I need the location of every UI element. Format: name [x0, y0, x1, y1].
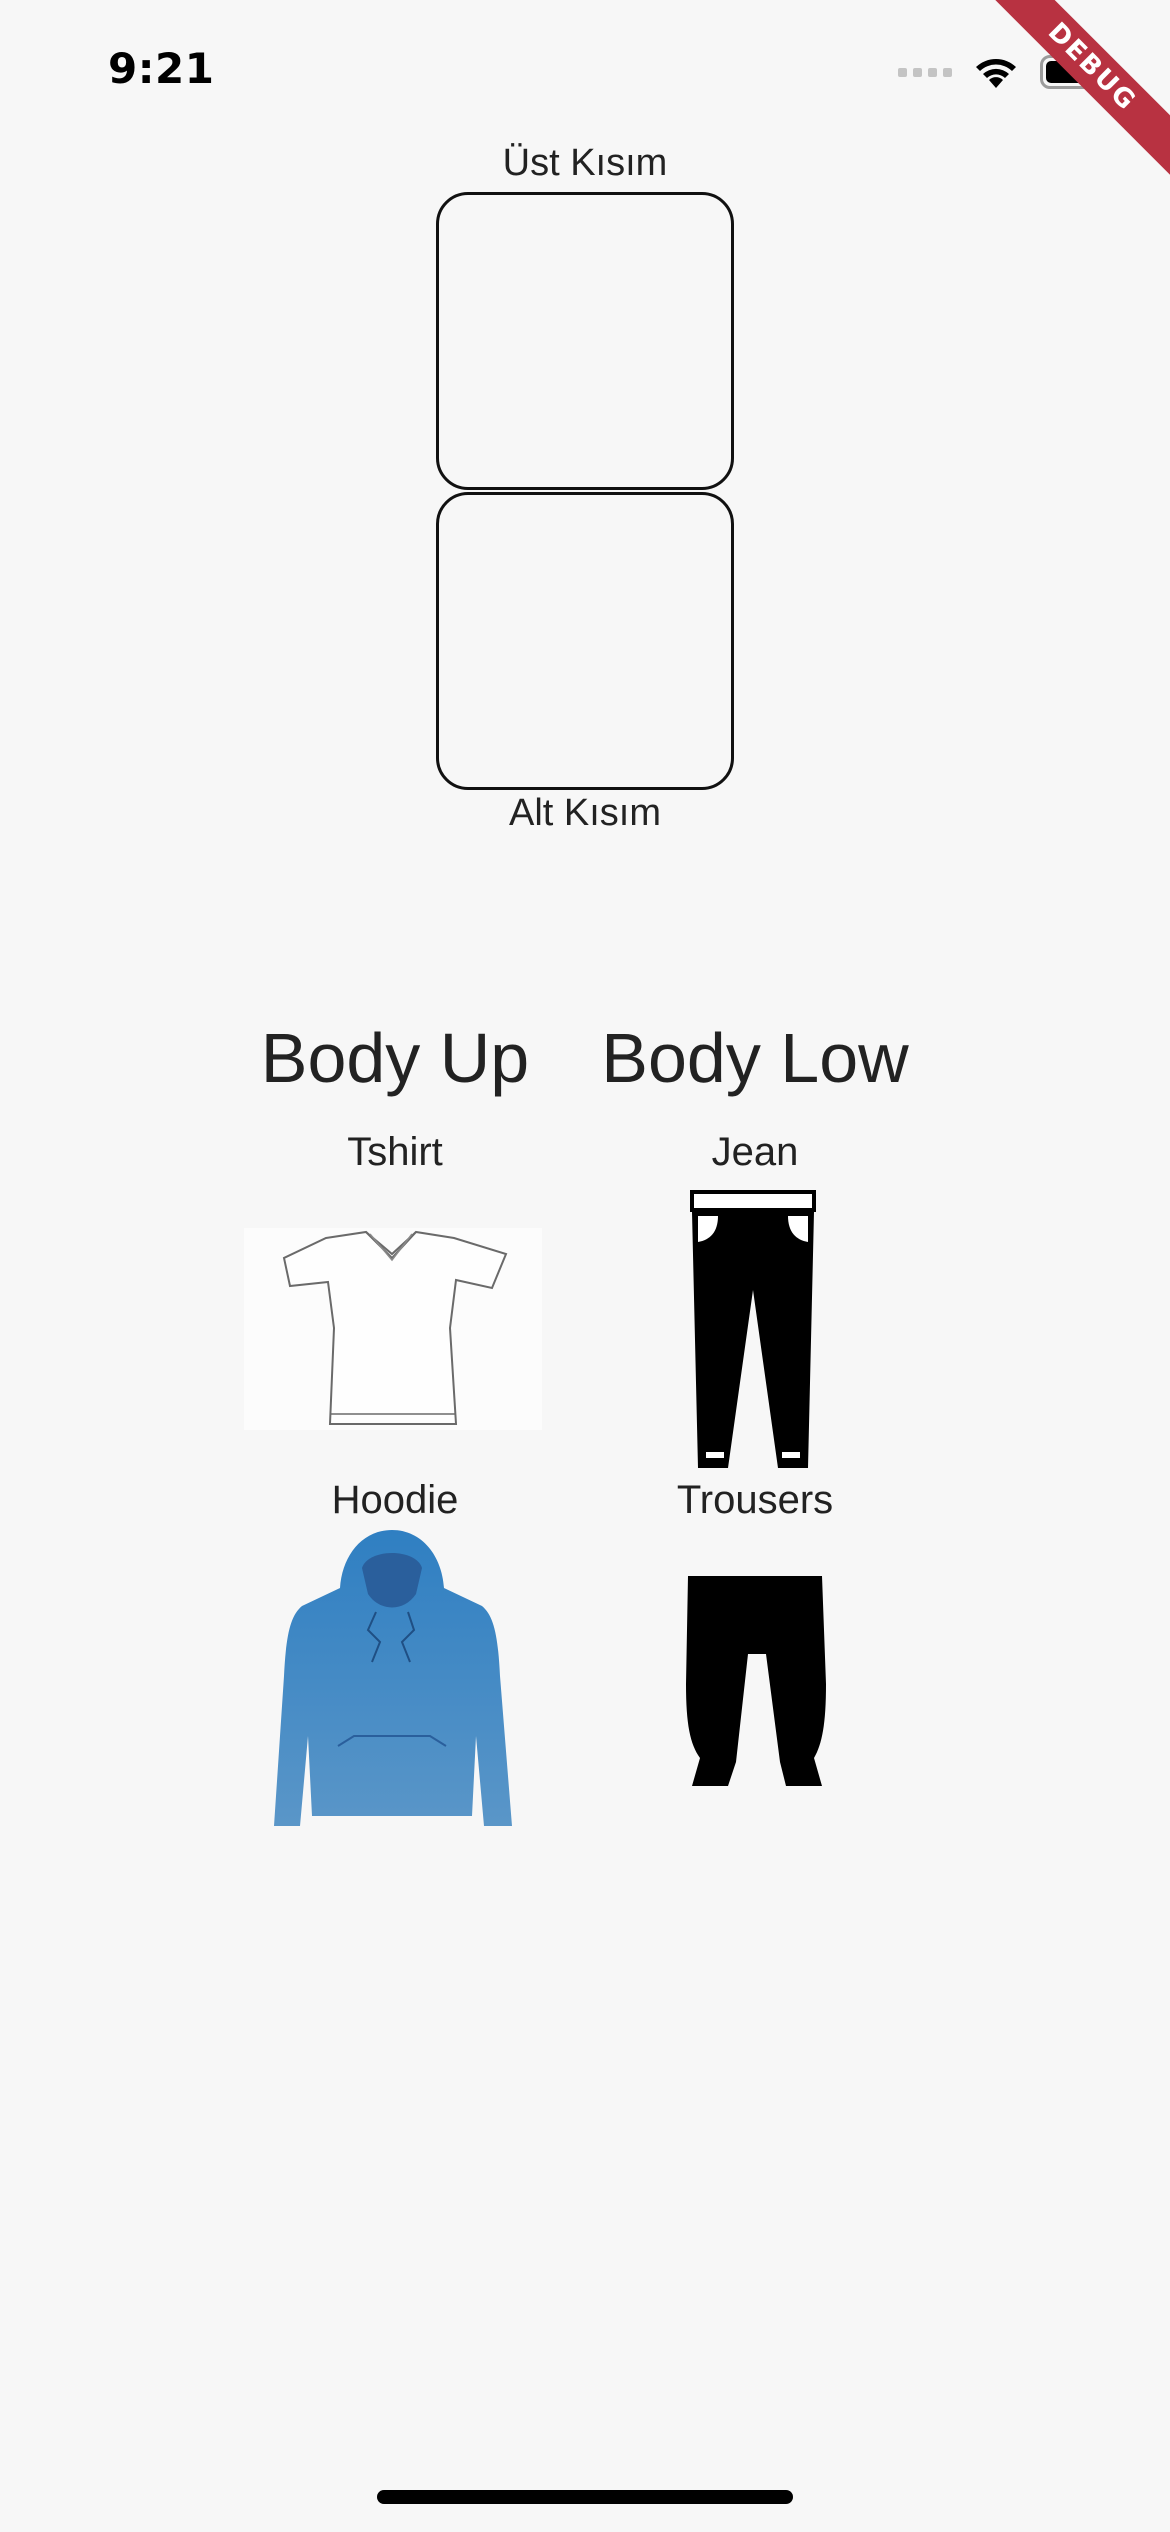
trousers-label: Trousers: [676, 1478, 834, 1522]
hoodie-icon: [274, 1530, 512, 1826]
hoodie-label: Hoodie: [331, 1478, 459, 1522]
jean-item[interactable]: [686, 1190, 820, 1468]
body-up-column: Body Up: [230, 1018, 560, 1098]
tshirt-item[interactable]: [244, 1228, 542, 1430]
jean-icon: [690, 1190, 816, 1468]
cellular-signal-icon: [898, 67, 952, 77]
trousers-icon: [686, 1576, 826, 1786]
hoodie-item[interactable]: [272, 1526, 512, 1832]
trousers-item[interactable]: [684, 1574, 828, 1788]
top-slot-drop-target[interactable]: [436, 192, 734, 490]
body-low-title: Body Low: [601, 1019, 909, 1097]
body-up-title: Body Up: [260, 1019, 530, 1097]
top-slot-label: Üst Kısım: [502, 142, 668, 184]
home-indicator[interactable]: [377, 2490, 793, 2504]
tshirt-label: Tshirt: [347, 1130, 443, 1174]
bottom-slot-drop-target[interactable]: [436, 492, 734, 790]
jean-label: Jean: [711, 1130, 799, 1174]
tshirt-icon: [282, 1230, 508, 1425]
body-low-column: Body Low: [590, 1018, 920, 1098]
app-screen: 9:21 DEBUG Üst Kısım Alt Kısım Body Up T…: [0, 0, 1170, 2532]
bottom-slot-label: Alt Kısım: [508, 792, 662, 834]
status-time: 9:21: [108, 44, 215, 93]
